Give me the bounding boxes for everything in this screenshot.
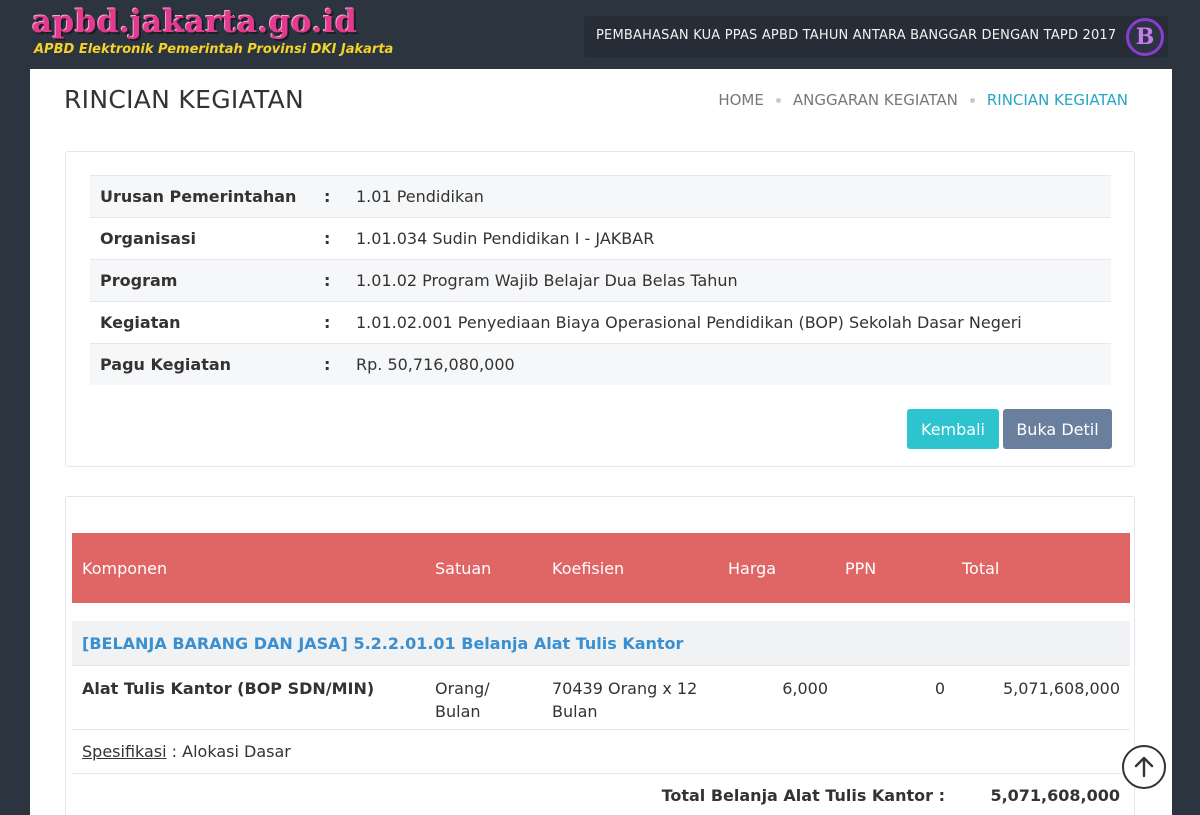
page-title: RINCIAN KEGIATAN: [64, 85, 305, 114]
info-label: Program: [100, 271, 178, 290]
breadcrumb: HOME ANGGARAN KEGIATAN RINCIAN KEGIATAN: [718, 91, 1128, 109]
arrow-up-icon: [1134, 756, 1154, 778]
info-colon: :: [324, 355, 331, 374]
info-label: Organisasi: [100, 229, 196, 248]
info-colon: :: [324, 313, 331, 332]
column-header-koefisien: Koefisien: [552, 558, 625, 578]
session-title: PEMBAHASAN KUA PPAS APBD TAHUN ANTARA BA…: [596, 28, 1117, 43]
column-header-satuan: Satuan: [435, 558, 492, 578]
info-value: 1.01 Pendidikan: [356, 187, 484, 206]
cell-satuan-line2: Bulan: [435, 702, 481, 721]
budget-detail-panel: Komponen Satuan Koefisien Harga PPN Tota…: [65, 496, 1135, 815]
info-value: 1.01.034 Sudin Pendidikan I - JAKBAR: [356, 229, 655, 248]
badge-b-icon[interactable]: B: [1126, 18, 1164, 56]
site-logo[interactable]: apbd.jakarta.go.id: [32, 4, 357, 40]
spec-label: Spesifikasi: [82, 742, 167, 761]
info-row-organisasi: Organisasi : 1.01.034 Sudin Pendidikan I…: [90, 217, 1111, 259]
info-label: Pagu Kegiatan: [100, 355, 232, 374]
info-colon: :: [324, 271, 331, 290]
cell-ppn: 0: [934, 679, 945, 698]
info-row-pagu: Pagu Kegiatan : Rp. 50,716,080,000: [90, 343, 1111, 385]
info-colon: :: [324, 229, 331, 248]
info-panel: Urusan Pemerintahan : 1.01 Pendidikan Or…: [65, 151, 1135, 467]
main-content: RINCIAN KEGIATAN HOME ANGGARAN KEGIATAN …: [30, 69, 1172, 815]
badge-letter: B: [1135, 24, 1155, 50]
info-row-urusan: Urusan Pemerintahan : 1.01 Pendidikan: [90, 175, 1111, 217]
breadcrumb-separator: [775, 97, 781, 103]
spec-row: Spesifikasi : Alokasi Dasar: [72, 729, 1130, 773]
info-label: Kegiatan: [100, 313, 181, 332]
site-subtitle: APBD Elektronik Pemerintah Provinsi DKI …: [34, 42, 394, 57]
buka-detil-button[interactable]: Buka Detil: [1003, 409, 1112, 449]
scroll-to-top-button[interactable]: [1122, 745, 1166, 789]
cell-total: 5,071,608,000: [1002, 679, 1120, 698]
group-row[interactable]: [BELANJA BARANG DAN JASA] 5.2.2.01.01 Be…: [72, 621, 1130, 665]
table-row: Alat Tulis Kantor (BOP SDN/MIN) Orang/Bu…: [72, 665, 1130, 729]
column-header-ppn: PPN: [845, 558, 877, 578]
cell-koefisien: 70439 Orang x 12 Bulan: [552, 677, 697, 723]
info-label: Urusan Pemerintahan: [100, 187, 297, 206]
info-row-program: Program : 1.01.02 Program Wajib Belajar …: [90, 259, 1111, 301]
cell-koefisien-line2: Bulan: [552, 702, 598, 721]
info-row-kegiatan: Kegiatan : 1.01.02.001 Penyediaan Biaya …: [90, 301, 1111, 343]
top-header: apbd.jakarta.go.id APBD Elektronik Pemer…: [0, 0, 1200, 69]
breadcrumb-home[interactable]: HOME: [718, 91, 764, 109]
info-colon: :: [324, 187, 331, 206]
column-header-harga: Harga: [728, 558, 777, 578]
info-value: Rp. 50,716,080,000: [356, 355, 515, 374]
total-row: Total Belanja Alat Tulis Kantor : 5,071,…: [72, 773, 1130, 815]
cell-koefisien-line1: 70439 Orang x 12: [552, 679, 698, 698]
session-title-box: PEMBAHASAN KUA PPAS APBD TAHUN ANTARA BA…: [584, 16, 1168, 58]
cell-satuan: Orang/Bulan: [435, 677, 490, 723]
cell-komponen: Alat Tulis Kantor (BOP SDN/MIN): [82, 679, 375, 698]
column-header-komponen: Komponen: [82, 558, 168, 578]
spec-value: : Alokasi Dasar: [166, 742, 291, 761]
right-margin: [1172, 69, 1200, 815]
info-value: 1.01.02.001 Penyediaan Biaya Operasional…: [356, 313, 1022, 332]
breadcrumb-rincian-kegiatan: RINCIAN KEGIATAN: [986, 91, 1128, 109]
info-table: Urusan Pemerintahan : 1.01 Pendidikan Or…: [90, 175, 1111, 385]
total-label: Total Belanja Alat Tulis Kantor :: [661, 786, 945, 805]
cell-satuan-line1: Orang/: [435, 679, 490, 698]
column-header-total: Total: [962, 558, 1000, 578]
kembali-button[interactable]: Kembali: [907, 409, 999, 449]
cell-harga: 6,000: [782, 679, 828, 698]
total-value: 5,071,608,000: [990, 786, 1120, 805]
table-header: Komponen Satuan Koefisien Harga PPN Tota…: [72, 533, 1130, 603]
breadcrumb-separator: [969, 97, 975, 103]
breadcrumb-anggaran-kegiatan[interactable]: ANGGARAN KEGIATAN: [793, 91, 958, 109]
info-value: 1.01.02 Program Wajib Belajar Dua Belas …: [356, 271, 738, 290]
